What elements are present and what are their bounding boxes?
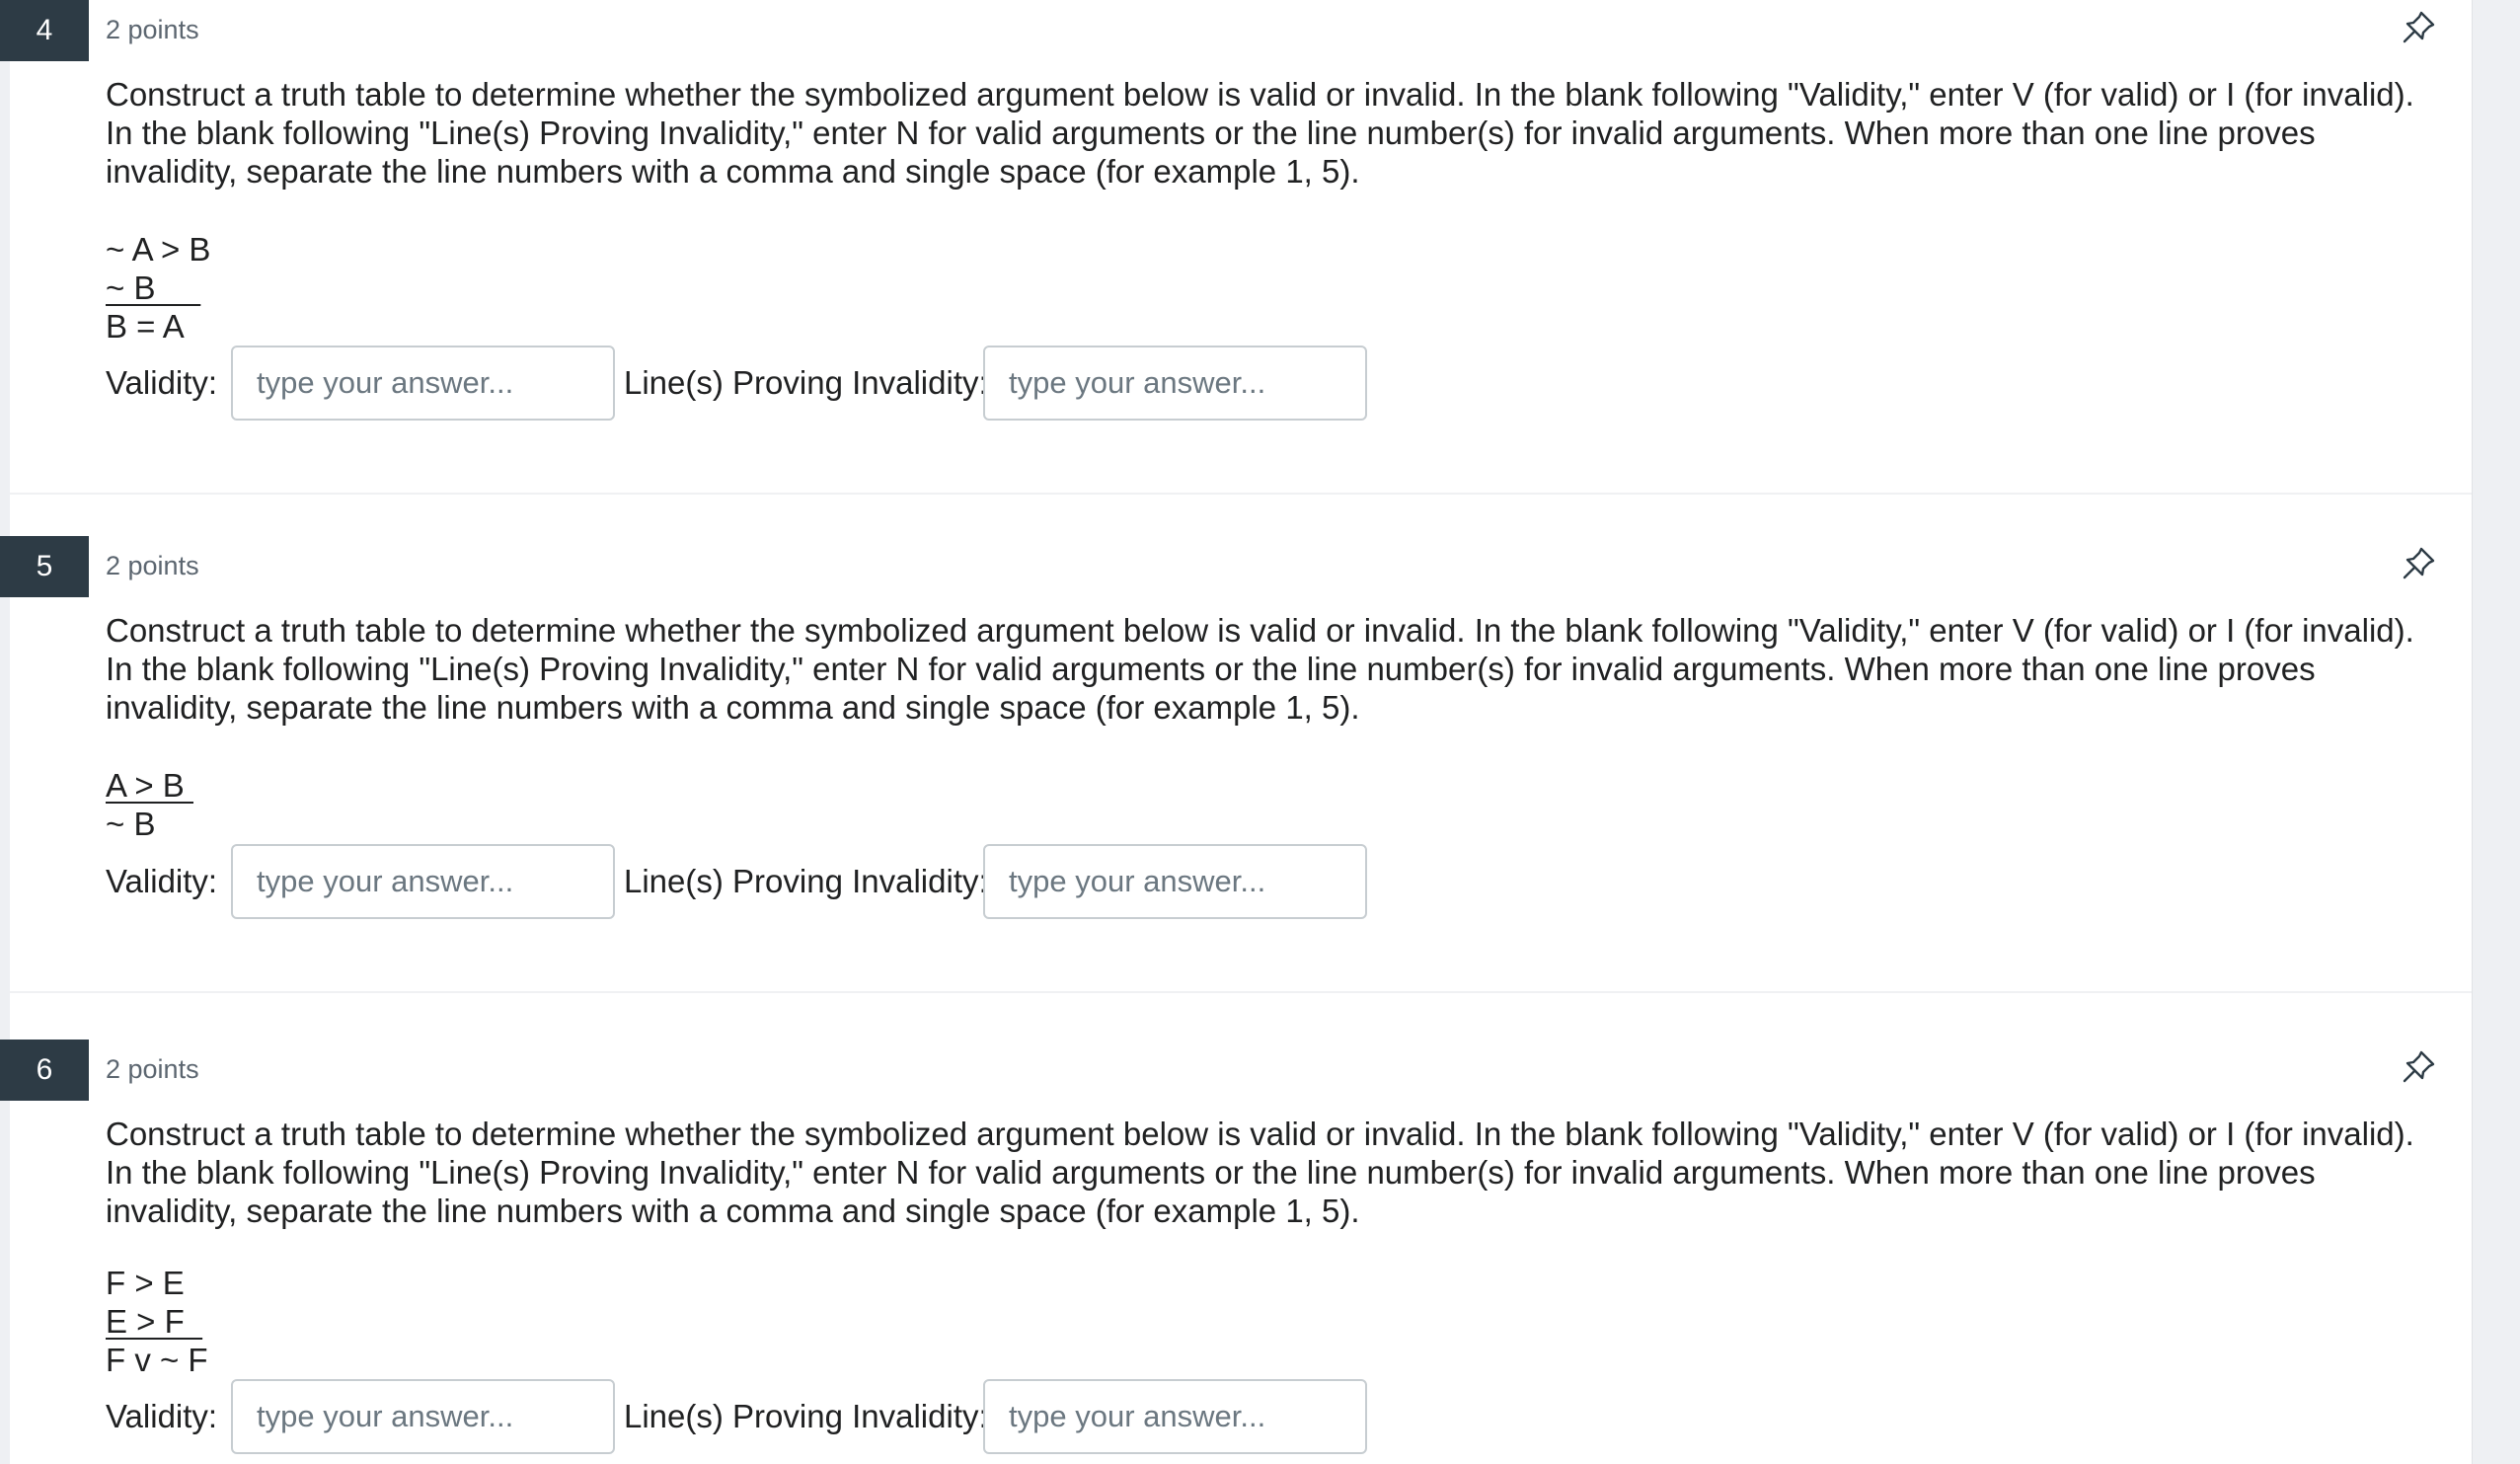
conclusion: B = A xyxy=(106,308,185,345)
question-prompt: Construct a truth table to determine whe… xyxy=(106,1116,2414,1229)
quiz-page xyxy=(10,0,2472,1464)
question-divider xyxy=(10,991,2472,993)
premise-2: ~ B xyxy=(106,270,201,306)
validity-label: Validity: xyxy=(106,863,218,899)
validity-label: Validity: xyxy=(106,364,218,401)
symbolized-argument: A > B ~ B xyxy=(106,766,193,843)
question-number: 5 xyxy=(0,536,89,597)
invalidity-lines-input[interactable] xyxy=(983,844,1367,919)
question-divider xyxy=(10,493,2472,495)
invalidity-label: Line(s) Proving Invalidity: xyxy=(624,364,988,401)
validity-input[interactable] xyxy=(231,844,615,919)
conclusion: F v ~ F xyxy=(106,1342,208,1378)
symbolized-argument: ~ A > B ~ B B = A xyxy=(106,230,210,346)
premise-1: ~ A > B xyxy=(106,231,211,268)
invalidity-lines-input[interactable] xyxy=(983,346,1367,421)
invalidity-label: Line(s) Proving Invalidity: xyxy=(624,863,988,899)
question-number: 6 xyxy=(0,1040,89,1101)
question-number: 4 xyxy=(0,0,89,61)
question-points: 2 points xyxy=(106,551,199,580)
symbolized-argument: F > E E > F F v ~ F xyxy=(106,1264,208,1379)
validity-input[interactable] xyxy=(231,346,615,421)
page-scrollbar[interactable] xyxy=(2472,0,2520,1464)
validity-input[interactable] xyxy=(231,1379,615,1454)
pin-icon[interactable] xyxy=(2401,8,2438,45)
question-prompt: Construct a truth table to determine whe… xyxy=(106,76,2414,190)
invalidity-lines-input[interactable] xyxy=(983,1379,1367,1454)
question-points: 2 points xyxy=(106,15,199,44)
validity-label: Validity: xyxy=(106,1398,218,1434)
invalidity-label: Line(s) Proving Invalidity: xyxy=(624,1398,988,1434)
premise-1: F > E xyxy=(106,1265,185,1301)
premise-1: A > B xyxy=(106,767,193,804)
premise-2: E > F xyxy=(106,1303,203,1340)
pin-icon[interactable] xyxy=(2401,1047,2438,1085)
conclusion: ~ B xyxy=(106,806,156,842)
question-points: 2 points xyxy=(106,1054,199,1084)
question-prompt: Construct a truth table to determine whe… xyxy=(106,612,2414,726)
pin-icon[interactable] xyxy=(2401,544,2438,581)
